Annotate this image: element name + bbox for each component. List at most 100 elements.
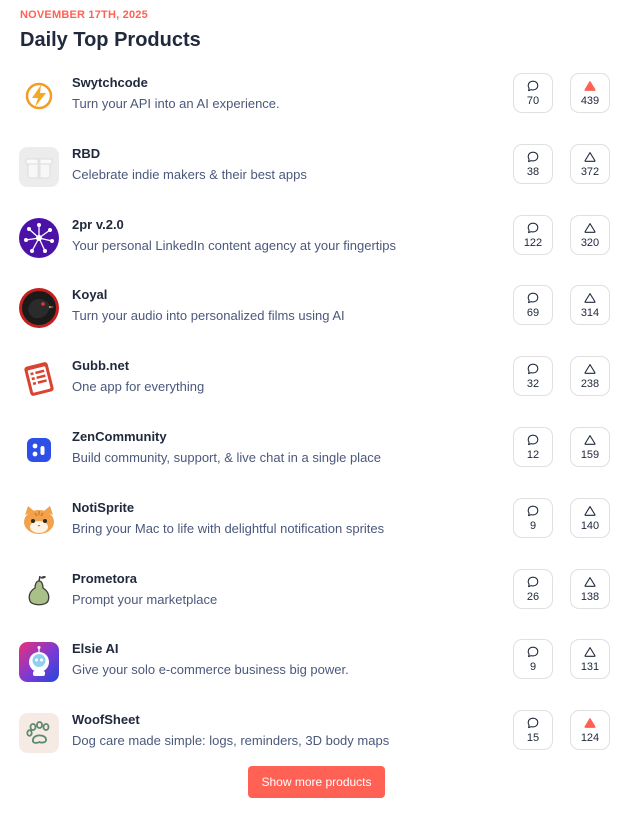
upvote-icon <box>584 576 596 588</box>
product-name[interactable]: Koyal <box>72 287 107 302</box>
product-name[interactable]: Prometora <box>72 571 137 586</box>
pear-logo-icon[interactable] <box>19 572 59 612</box>
comment-count: 26 <box>526 590 540 603</box>
comment-icon <box>527 717 539 729</box>
product-name[interactable]: NotiSprite <box>72 500 134 515</box>
product-row[interactable]: Prometora Prompt your marketplace 26 138 <box>0 569 634 629</box>
page-title: Daily Top Products <box>20 29 201 51</box>
upvote-button[interactable]: 439 <box>570 73 610 113</box>
product-tagline: Turn your API into an AI experience. <box>72 96 280 111</box>
product-name[interactable]: WoofSheet <box>72 712 140 727</box>
upvote-button[interactable]: 124 <box>570 710 610 750</box>
comment-icon <box>527 292 539 304</box>
upvote-button[interactable]: 320 <box>570 215 610 255</box>
upvote-icon <box>584 434 596 446</box>
comment-button[interactable]: 32 <box>513 356 553 396</box>
product-row[interactable]: Gubb.net One app for everything 32 238 <box>0 356 634 416</box>
product-tagline: Dog care made simple: logs, reminders, 3… <box>72 733 390 748</box>
vote-count: 372 <box>580 165 600 178</box>
gift-box-logo-icon[interactable] <box>19 147 59 187</box>
show-more-button[interactable]: Show more products <box>248 766 385 798</box>
product-row[interactable]: RBD Celebrate indie makers & their best a… <box>0 144 634 204</box>
upvote-button[interactable]: 159 <box>570 427 610 467</box>
comment-icon <box>527 80 539 92</box>
upvote-button[interactable]: 138 <box>570 569 610 609</box>
product-name[interactable]: Swytchcode <box>72 75 148 90</box>
product-row[interactable]: NotiSprite Bring your Mac to life with de… <box>0 498 634 558</box>
product-row[interactable]: 2pr v.2.0 Your personal LinkedIn content … <box>0 215 634 275</box>
vote-count: 314 <box>580 306 600 319</box>
upvote-filled-icon <box>584 80 596 92</box>
dots-logo-icon[interactable] <box>19 430 59 470</box>
product-tagline: Turn your audio into personalized films … <box>72 308 345 323</box>
upvote-button[interactable]: 372 <box>570 144 610 184</box>
lightning-bolt-logo-icon[interactable] <box>19 76 59 116</box>
vote-count: 159 <box>580 448 600 461</box>
comment-button[interactable]: 9 <box>513 498 553 538</box>
bird-logo-icon[interactable] <box>19 288 59 328</box>
comment-count: 9 <box>529 660 537 673</box>
upvote-icon <box>584 222 596 234</box>
product-name[interactable]: Gubb.net <box>72 358 129 373</box>
product-row[interactable]: Swytchcode Turn your API into an AI exper… <box>0 73 634 133</box>
vote-count: 439 <box>580 94 600 107</box>
comment-icon <box>527 505 539 517</box>
product-tagline: Bring your Mac to life with delightful n… <box>72 521 385 536</box>
product-tagline: Build community, support, & live chat in… <box>72 450 382 465</box>
comment-button[interactable]: 69 <box>513 285 553 325</box>
upvote-button[interactable]: 140 <box>570 498 610 538</box>
comment-count: 12 <box>526 448 540 461</box>
comment-count: 32 <box>526 377 540 390</box>
product-name[interactable]: ZenCommunity <box>72 429 167 444</box>
vote-count: 238 <box>580 377 600 390</box>
vote-count: 131 <box>580 660 600 673</box>
comment-icon <box>527 646 539 658</box>
comment-count: 9 <box>529 519 537 532</box>
cat-logo-icon[interactable] <box>19 501 59 541</box>
product-row[interactable]: ZenCommunity Build community, support, & … <box>0 427 634 487</box>
network-burst-logo-icon[interactable] <box>19 218 59 258</box>
comment-button[interactable]: 70 <box>513 73 553 113</box>
comment-icon <box>527 363 539 375</box>
vote-count: 124 <box>580 731 600 744</box>
upvote-icon <box>584 646 596 658</box>
upvote-button[interactable]: 314 <box>570 285 610 325</box>
upvote-icon <box>584 505 596 517</box>
upvote-button[interactable]: 131 <box>570 639 610 679</box>
comment-icon <box>527 576 539 588</box>
product-name[interactable]: 2pr v.2.0 <box>72 217 124 232</box>
product-name[interactable]: RBD <box>72 146 100 161</box>
notepad-logo-icon[interactable] <box>19 359 59 399</box>
comment-button[interactable]: 12 <box>513 427 553 467</box>
comment-button[interactable]: 15 <box>513 710 553 750</box>
product-tagline: Prompt your marketplace <box>72 592 218 607</box>
upvote-icon <box>584 151 596 163</box>
comment-button[interactable]: 38 <box>513 144 553 184</box>
robot-logo-icon[interactable] <box>19 642 59 682</box>
vote-count: 138 <box>580 590 600 603</box>
comment-count: 15 <box>526 731 540 744</box>
comment-icon <box>527 151 539 163</box>
upvote-icon <box>584 363 596 375</box>
product-row[interactable]: WoofSheet Dog care made simple: logs, rem… <box>0 710 634 770</box>
comment-icon <box>527 222 539 234</box>
upvote-button[interactable]: 238 <box>570 356 610 396</box>
product-row[interactable]: Koyal Turn your audio into personalized f… <box>0 285 634 345</box>
comment-count: 70 <box>526 94 540 107</box>
comment-count: 69 <box>526 306 540 319</box>
product-name[interactable]: Elsie AI <box>72 641 118 656</box>
comment-count: 38 <box>526 165 540 178</box>
upvote-filled-icon <box>584 717 596 729</box>
product-tagline: Celebrate indie makers & their best apps <box>72 167 307 182</box>
product-row[interactable]: Elsie AI Give your solo e-commerce busine… <box>0 639 634 699</box>
comment-button[interactable]: 122 <box>513 215 553 255</box>
vote-count: 320 <box>580 236 600 249</box>
product-tagline: Your personal LinkedIn content agency at… <box>72 238 397 253</box>
paw-logo-icon[interactable] <box>19 713 59 753</box>
upvote-icon <box>584 292 596 304</box>
comment-button[interactable]: 26 <box>513 569 553 609</box>
comment-count: 122 <box>523 236 543 249</box>
date-label: NOVEMBER 17TH, 2025 <box>20 9 148 21</box>
comment-button[interactable]: 9 <box>513 639 553 679</box>
product-tagline: Give your solo e-commerce business big p… <box>72 662 349 677</box>
